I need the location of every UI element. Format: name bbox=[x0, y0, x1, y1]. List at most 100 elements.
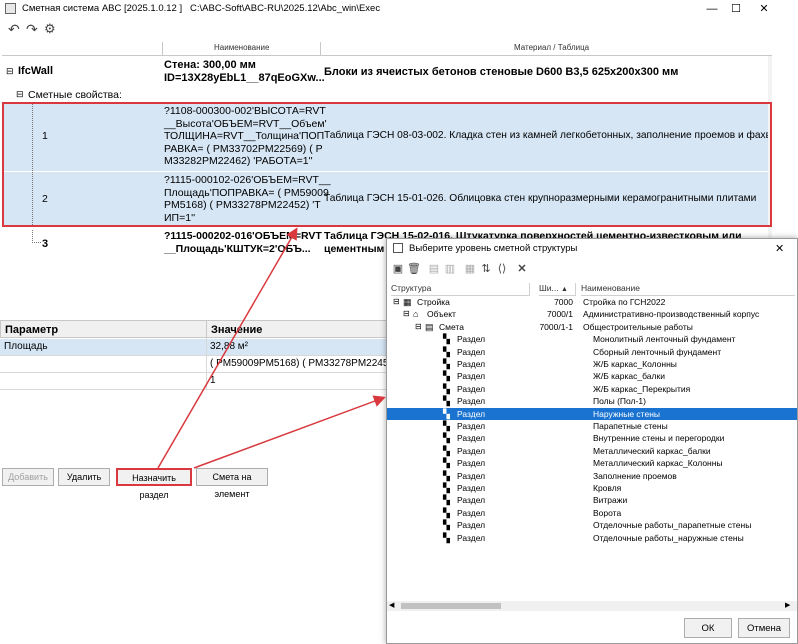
title-bar: Сметная система ABC [2025.1.0.12 ] C:\AB… bbox=[0, 0, 798, 18]
sort-asc-icon[interactable]: ▲ bbox=[561, 286, 568, 293]
row-label: Раздел bbox=[457, 507, 486, 518]
section-icon: ▚ bbox=[443, 346, 450, 357]
params-header-param: Параметр bbox=[0, 320, 207, 338]
delete-button[interactable]: Удалить bbox=[58, 468, 110, 486]
toolbar: ↶ ↷ ⚙ bbox=[0, 18, 798, 42]
horizontal-scrollbar[interactable]: ◀ ▶ bbox=[387, 601, 797, 611]
structure-row[interactable]: ▚ Раздел Отделочные работы_наружные стены bbox=[387, 532, 797, 544]
section-icon: ▚ bbox=[443, 470, 450, 481]
collapse-icon[interactable]: ⊟ bbox=[6, 66, 14, 77]
collapse-icon[interactable]: ⊟ bbox=[16, 89, 24, 100]
structure-row[interactable]: ▚ Раздел Витражи bbox=[387, 494, 797, 506]
structure-row[interactable]: ⊟ ⌂ Объект 7000/1 Административно-производст… bbox=[387, 308, 797, 320]
section-icon: ▚ bbox=[443, 334, 450, 345]
param-name: Площадь bbox=[4, 341, 48, 352]
structure-row[interactable]: ▚ Раздел Ж/Б каркас_Колонны bbox=[387, 358, 797, 370]
structure-row[interactable]: ⊟ ▤ Смета 7000/1-1 Общестроительные работы bbox=[387, 321, 797, 333]
structure-row[interactable]: ▚ Раздел Кровля bbox=[387, 482, 797, 494]
row-label: Стройка bbox=[417, 297, 450, 307]
expand-collapse-icon[interactable]: ⟨⟩ bbox=[495, 262, 509, 276]
row-name: Стройка по ГСН2022 bbox=[583, 297, 666, 307]
dialog-close-icon[interactable]: ✕ bbox=[775, 242, 784, 255]
sort-icon[interactable]: ⇅ bbox=[479, 262, 493, 276]
delete-x-icon[interactable]: ✕ bbox=[515, 262, 529, 276]
cancel-button[interactable]: Отмена bbox=[738, 618, 790, 638]
code-line: ?1115-000202-016'ОБЪЕМ=RVT bbox=[164, 230, 322, 242]
settings-icon[interactable]: ⚙ bbox=[44, 21, 56, 37]
row-name: Парапетные стены bbox=[593, 421, 668, 431]
structure-row[interactable]: ▚ Раздел Внутренние стены и перегородки bbox=[387, 432, 797, 444]
row-name: Ж/Б каркас_Перекрытия bbox=[593, 383, 691, 394]
row-name: Кровля bbox=[593, 483, 622, 493]
structure-row[interactable]: ▚ Раздел Ж/Б каркас_Перекрытия bbox=[387, 383, 797, 395]
redo-icon[interactable]: ↷ bbox=[26, 21, 38, 38]
structure-row[interactable]: ▚ Раздел Сборный ленточный фундамент bbox=[387, 346, 797, 358]
row-label: Раздел bbox=[457, 346, 486, 357]
structure-row[interactable]: ▚ Раздел Заполнение проемов bbox=[387, 470, 797, 482]
section-icon: ▚ bbox=[443, 421, 450, 431]
scroll-left-icon[interactable]: ◀ bbox=[389, 601, 394, 609]
structure-tree: ⊟ ▦ Стройка 7000 Стройка по ГСН2022 ⊟ ⌂ Объект 7… bbox=[387, 296, 797, 552]
annotation-box bbox=[2, 102, 772, 227]
structure-row[interactable]: ▚ Раздел Полы (Пол-1) bbox=[387, 395, 797, 407]
copy-icon[interactable]: ▤ bbox=[427, 262, 441, 276]
maximize-icon[interactable]: ☐ bbox=[722, 1, 750, 17]
structure-row[interactable]: ▚ Раздел Металлический каркас_балки bbox=[387, 445, 797, 457]
row-code: 7000/1 bbox=[547, 309, 573, 320]
scroll-thumb[interactable] bbox=[401, 603, 501, 609]
paste-icon[interactable]: ▥ bbox=[443, 262, 457, 276]
row-name: Отделочные работы_наружные стены bbox=[593, 532, 744, 543]
structure-row[interactable]: ▚ Раздел Наружные стены bbox=[387, 407, 797, 420]
row-label: Раздел bbox=[457, 520, 486, 531]
row-name: Внутренние стены и перегородки bbox=[593, 433, 725, 444]
structure-row[interactable]: ▚ Раздел Парапетные стены bbox=[387, 420, 797, 432]
close-icon[interactable]: ✕ bbox=[750, 1, 778, 17]
house-icon: ⌂ bbox=[413, 309, 419, 320]
tree-line bbox=[32, 230, 41, 243]
structure-row[interactable]: ▚ Раздел Металлический каркас_Колонны bbox=[387, 457, 797, 469]
section-icon: ▚ bbox=[443, 532, 450, 543]
section-icon: ▚ bbox=[443, 445, 450, 456]
row-label: Раздел bbox=[457, 371, 486, 382]
row-name: Сборный ленточный фундамент bbox=[593, 346, 722, 357]
trash-icon[interactable]: 🗑 bbox=[407, 262, 421, 276]
row-name: Общестроительные работы bbox=[583, 321, 693, 332]
estimate-props-row[interactable]: ⊟ Сметные свойства: bbox=[2, 88, 772, 102]
add-button[interactable]: Добавить bbox=[2, 468, 54, 486]
row-label: Раздел bbox=[457, 421, 486, 431]
section-icon: ▚ bbox=[443, 359, 450, 369]
expand-icon[interactable]: ⊟ bbox=[403, 308, 410, 320]
assign-section-button[interactable]: Назначить раздел bbox=[116, 468, 192, 500]
row-name: Ж/Б каркас_балки bbox=[593, 371, 665, 382]
row-name: Наружные стены bbox=[593, 408, 660, 419]
add-doc-icon[interactable]: ▣ bbox=[391, 262, 405, 276]
header-label: Ши... bbox=[539, 283, 559, 293]
root-name-line2: ID=13X28yEbL1__87qEoGXw... bbox=[164, 72, 325, 84]
header-divider bbox=[320, 42, 321, 55]
properties-icon[interactable]: ▦ bbox=[463, 262, 477, 276]
structure-row[interactable]: ▚ Раздел Монолитный ленточный фундамент bbox=[387, 333, 797, 345]
param-value: ( PM59009PM5168) ( PM33278PM2245 bbox=[210, 358, 389, 369]
ok-button[interactable]: ОК bbox=[684, 618, 732, 638]
building-icon: ▦ bbox=[403, 297, 412, 307]
row-label: Раздел bbox=[457, 396, 486, 407]
structure-row[interactable]: ▚ Раздел Отделочные работы_парапетные стен… bbox=[387, 519, 797, 531]
structure-row[interactable]: ⊟ ▦ Стройка 7000 Стройка по ГСН2022 bbox=[387, 296, 797, 308]
expand-icon[interactable]: ⊟ bbox=[393, 296, 400, 308]
estimate-icon: ▤ bbox=[425, 321, 434, 332]
param-value: 1 bbox=[210, 375, 216, 386]
row-label: Раздел bbox=[457, 445, 486, 456]
expand-icon[interactable]: ⊟ bbox=[415, 321, 422, 333]
row-label: Раздел bbox=[457, 532, 486, 543]
grid-divider bbox=[206, 338, 207, 390]
tree-root-row[interactable]: ⊟ IfcWall Стена: 300,00 мм ID=13X28yEbL1… bbox=[2, 58, 772, 86]
row-label: Раздел bbox=[457, 383, 486, 394]
undo-icon[interactable]: ↶ bbox=[8, 21, 20, 38]
structure-row[interactable]: ▚ Раздел Ворота bbox=[387, 507, 797, 519]
dialog-title: Выберите уровень сметной структуры bbox=[409, 243, 578, 254]
dialog-header-name: Наименование bbox=[581, 283, 795, 296]
structure-row[interactable]: ▚ Раздел Ж/Б каркас_балки bbox=[387, 370, 797, 382]
scroll-right-icon[interactable]: ▶ bbox=[785, 601, 790, 609]
estimate-on-element-button[interactable]: Смета на элемент bbox=[196, 468, 268, 499]
row-name: Отделочные работы_парапетные стены bbox=[593, 520, 752, 531]
